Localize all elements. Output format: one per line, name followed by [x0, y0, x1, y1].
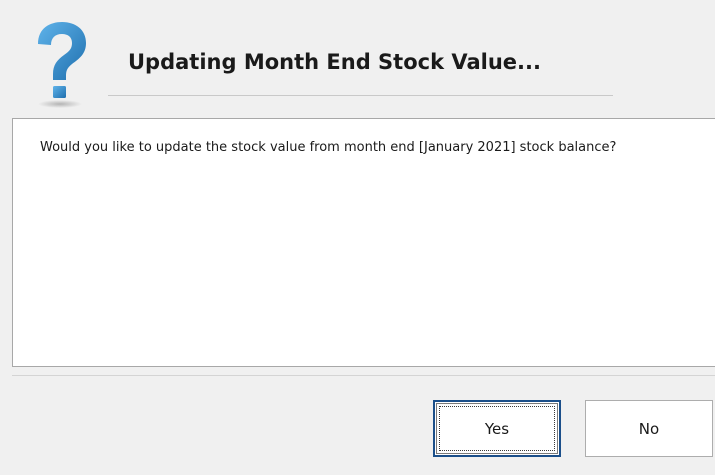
message-dialog: Updating Month End Stock Value... Would … — [0, 0, 715, 475]
message-area: Would you like to update the stock value… — [12, 118, 715, 367]
no-button-label: No — [638, 419, 660, 438]
yes-button[interactable]: Yes — [433, 400, 561, 457]
message-text: Would you like to update the stock value… — [40, 140, 617, 155]
footer-divider — [12, 375, 715, 376]
dialog-title: Updating Month End Stock Value... — [128, 50, 541, 74]
yes-button-label: Yes — [484, 419, 510, 438]
header-divider — [108, 95, 613, 96]
question-icon — [24, 18, 96, 110]
no-button[interactable]: No — [585, 400, 713, 457]
dialog-header: Updating Month End Stock Value... — [0, 0, 715, 118]
